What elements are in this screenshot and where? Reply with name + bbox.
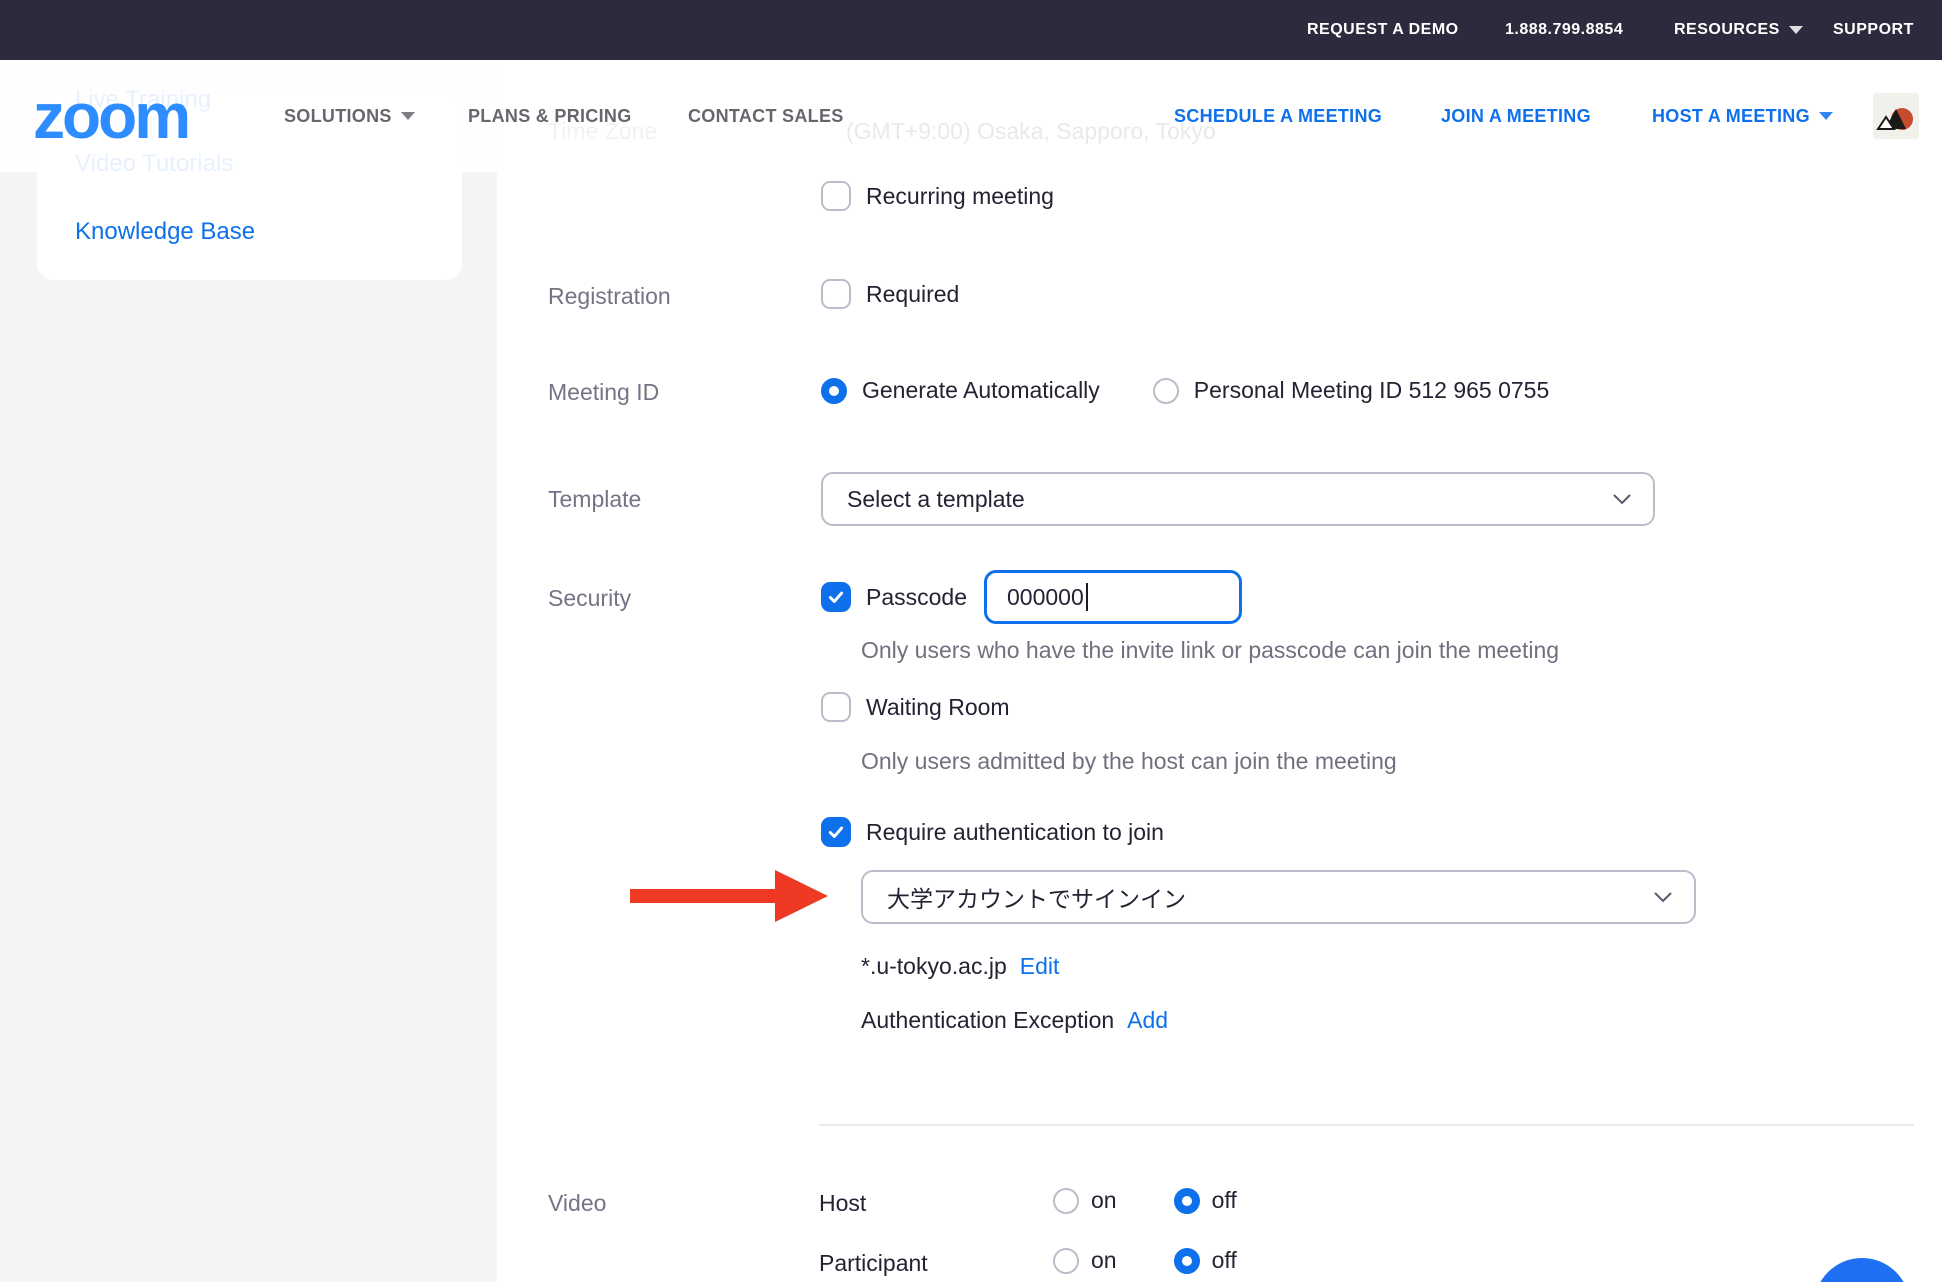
resources-menu[interactable]: RESOURCES (1674, 0, 1803, 60)
nav-plans-pricing[interactable]: PLANS & PRICING (468, 60, 632, 172)
video-label: Video (548, 1186, 606, 1220)
host-video-off-label: off (1212, 1187, 1237, 1214)
waiting-room-checkbox[interactable] (821, 692, 851, 722)
passcode-input[interactable]: 000000 (984, 570, 1242, 624)
video-participant-radios: on off (1053, 1247, 1237, 1274)
auth-domain-edit-link[interactable]: Edit (1020, 953, 1060, 980)
recurring-meeting-checkbox[interactable] (821, 181, 851, 211)
checkmark-icon (827, 823, 845, 841)
passcode-checkbox[interactable] (821, 582, 851, 612)
auth-domain-value: *.u-tokyo.ac.jp (861, 953, 1007, 980)
registration-label: Registration (548, 279, 671, 313)
registration-row: Required (821, 279, 959, 309)
main-navbar: zoom SOLUTIONS PLANS & PRICING CONTACT S… (0, 60, 1942, 172)
require-auth-label: Require authentication to join (866, 819, 1164, 846)
auth-method-value: 大学アカウントでサインイン (887, 880, 1186, 914)
checkmark-icon (827, 588, 845, 606)
meeting-id-row: Generate Automatically Personal Meeting … (821, 377, 1549, 404)
generate-automatically-radio[interactable] (821, 378, 847, 404)
template-label: Template (548, 482, 641, 516)
chevron-down-icon (1819, 112, 1833, 120)
template-select[interactable]: Select a template (821, 472, 1655, 526)
nav-contact-sales[interactable]: CONTACT SALES (688, 60, 844, 172)
security-label: Security (548, 581, 631, 615)
zoom-schedule-meeting-page: Live Training Time Zone (GMT+9:00) Osaka… (0, 0, 1942, 1282)
request-demo-link[interactable]: REQUEST A DEMO (1307, 0, 1459, 60)
sidebar-item-knowledge-base[interactable]: Knowledge Base (75, 218, 255, 246)
passcode-label: Passcode (866, 584, 967, 611)
passcode-help-text: Only users who have the invite link or p… (861, 637, 1559, 664)
participant-video-off-label: off (1212, 1247, 1237, 1274)
passcode-value: 000000 (1007, 584, 1084, 611)
participant-video-off-radio[interactable] (1174, 1248, 1200, 1274)
host-video-on-label: on (1091, 1187, 1117, 1214)
chevron-down-icon (1789, 26, 1803, 34)
auth-method-select[interactable]: 大学アカウントでサインイン (861, 870, 1696, 924)
meeting-id-label: Meeting ID (548, 375, 659, 409)
nav-join-meeting[interactable]: JOIN A MEETING (1441, 60, 1591, 172)
auth-exception-label: Authentication Exception (861, 1007, 1114, 1034)
waiting-room-help-text: Only users admitted by the host can join… (861, 748, 1397, 775)
nav-solutions[interactable]: SOLUTIONS (284, 60, 415, 172)
personal-meeting-id-radio[interactable] (1153, 378, 1179, 404)
nav-host-meeting-label: HOST A MEETING (1652, 106, 1810, 127)
avatar-image (1873, 93, 1919, 139)
auth-exception-add-link[interactable]: Add (1127, 1007, 1168, 1034)
zoom-logo[interactable]: zoom (33, 60, 188, 172)
waiting-room-label: Waiting Room (866, 694, 1010, 721)
red-arrow-annotation (630, 866, 830, 926)
template-select-value: Select a template (847, 486, 1025, 513)
host-video-off-radio[interactable] (1174, 1188, 1200, 1214)
video-participant-label: Participant (819, 1250, 928, 1277)
chevron-down-icon (401, 112, 415, 120)
section-divider (819, 1124, 1914, 1126)
nav-schedule-meeting[interactable]: SCHEDULE A MEETING (1174, 60, 1382, 172)
waiting-room-row: Waiting Room (821, 692, 1010, 722)
zoom-logo-text: zoom (33, 84, 188, 148)
chevron-down-icon (1654, 892, 1672, 903)
recurring-meeting-row: Recurring meeting (821, 181, 1054, 211)
user-avatar[interactable] (1873, 60, 1919, 172)
participant-video-on-radio[interactable] (1053, 1248, 1079, 1274)
video-host-label: Host (819, 1190, 866, 1217)
participant-video-on-label: on (1091, 1247, 1117, 1274)
top-utility-bar: REQUEST A DEMO 1.888.799.8854 RESOURCES … (0, 0, 1942, 60)
passcode-row: Passcode (821, 582, 967, 612)
text-cursor (1086, 583, 1088, 611)
require-auth-row: Require authentication to join (821, 817, 1164, 847)
require-auth-checkbox[interactable] (821, 817, 851, 847)
avatar-logo-graphic (1873, 93, 1919, 139)
recurring-meeting-label: Recurring meeting (866, 183, 1054, 210)
registration-required-label: Required (866, 281, 959, 308)
support-link[interactable]: SUPPORT (1833, 0, 1914, 60)
chevron-down-icon (1613, 494, 1631, 505)
resources-label: RESOURCES (1674, 21, 1780, 39)
nav-host-meeting[interactable]: HOST A MEETING (1652, 60, 1833, 172)
auth-exception-row: Authentication Exception Add (861, 1007, 1168, 1034)
video-host-radios: on off (1053, 1187, 1237, 1214)
registration-required-checkbox[interactable] (821, 279, 851, 309)
personal-meeting-id-label: Personal Meeting ID 512 965 0755 (1194, 377, 1549, 404)
phone-number[interactable]: 1.888.799.8854 (1505, 0, 1623, 60)
auth-domain-row: *.u-tokyo.ac.jp Edit (861, 953, 1059, 980)
host-video-on-radio[interactable] (1053, 1188, 1079, 1214)
generate-automatically-label: Generate Automatically (862, 377, 1100, 404)
nav-solutions-label: SOLUTIONS (284, 106, 392, 127)
